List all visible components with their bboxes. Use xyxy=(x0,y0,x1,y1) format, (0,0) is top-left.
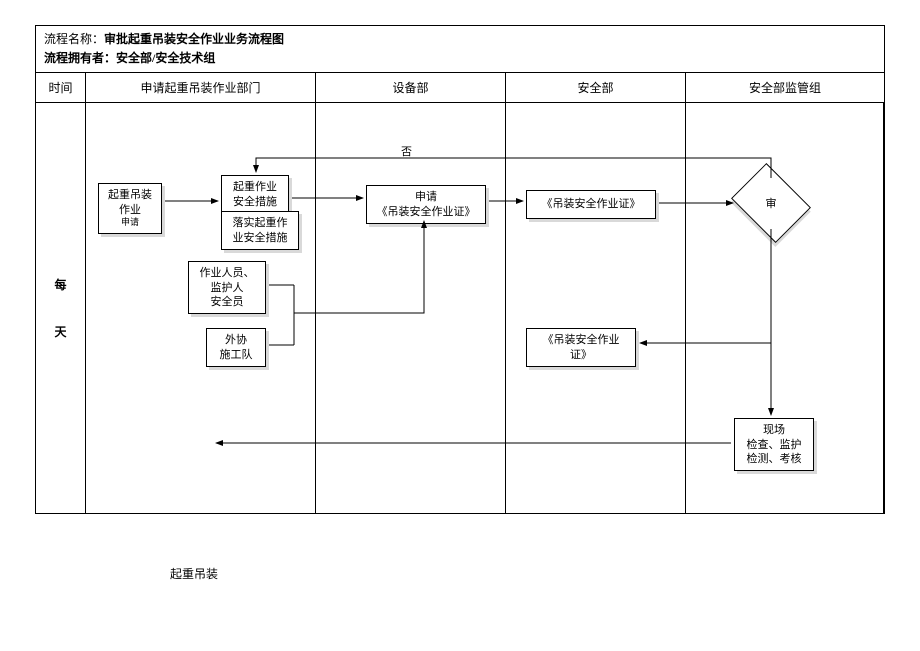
box-personnel: 作业人员、 监护人 安全员 xyxy=(188,261,266,314)
b3-l1: 落实起重作 xyxy=(228,216,292,230)
box-onsite-inspection: 现场 检查、监护 检测、考核 xyxy=(734,418,814,471)
b7-text: 《吊装安全作业证》 xyxy=(542,198,641,210)
col-header-safety: 安全部 xyxy=(506,73,686,102)
box-safety-measures: 起重作业 安全措施 xyxy=(221,175,289,214)
box-certificate-2: 《吊装安全作业 证》 xyxy=(526,328,636,367)
box-start-request: 起重吊装 作业 申请 xyxy=(98,183,162,233)
b8-l1: 《吊装安全作业 xyxy=(533,333,629,347)
decision-text: 审 xyxy=(766,195,777,211)
b5-l2: 施工队 xyxy=(213,348,259,362)
b1-l1: 起重吊装 xyxy=(105,188,155,202)
diagram-body: 每 天 起重吊装 作业 申请 起重作业 安全措施 落实起重作 业安全措施 xyxy=(36,103,884,513)
b4-l1: 作业人员、 xyxy=(195,266,259,280)
b2-l1: 起重作业 xyxy=(228,180,282,194)
time-line1: 每 xyxy=(54,276,66,293)
b9-l3: 检测、考核 xyxy=(741,452,807,466)
col-header-apply: 申请起重吊装作业部门 xyxy=(86,73,316,102)
process-name: 审批起重吊装安全作业业务流程图 xyxy=(104,32,284,46)
b4-l3: 安全员 xyxy=(195,295,259,309)
b9-l1: 现场 xyxy=(741,423,807,437)
header-block: 流程名称：审批起重吊装安全作业业务流程图 流程拥有者：安全部/安全技术组 xyxy=(36,26,884,73)
b9-l2: 检查、监护 xyxy=(741,438,807,452)
b4-l2: 监护人 xyxy=(195,281,259,295)
lane-equip xyxy=(316,103,506,513)
b2-l2: 安全措施 xyxy=(228,195,282,209)
owner: 安全部/安全技术组 xyxy=(116,51,215,65)
decision-review: 审 xyxy=(736,178,806,228)
col-header-supervise: 安全部监管组 xyxy=(686,73,884,102)
b6-l2: 《吊装安全作业证》 xyxy=(373,205,479,219)
box-apply-certificate: 申请 《吊装安全作业证》 xyxy=(366,185,486,224)
b5-l1: 外协 xyxy=(213,333,259,347)
footer-text: 起重吊装 xyxy=(170,565,218,582)
b8-l2: 证》 xyxy=(533,348,629,362)
box-certificate: 《吊装安全作业证》 xyxy=(526,190,656,218)
box-external-team: 外协 施工队 xyxy=(206,328,266,367)
b1-l2: 作业 xyxy=(105,203,155,217)
lane-safety xyxy=(506,103,686,513)
b6-l1: 申请 xyxy=(373,190,479,204)
diagram-container: 流程名称：审批起重吊装安全作业业务流程图 流程拥有者：安全部/安全技术组 时间 … xyxy=(35,25,885,514)
b1-l3: 申请 xyxy=(105,217,155,229)
col-header-equip: 设备部 xyxy=(316,73,506,102)
lane-time: 每 天 xyxy=(36,103,86,513)
col-header-time: 时间 xyxy=(36,73,86,102)
box-implement-measures: 落实起重作 业安全措施 xyxy=(221,211,299,250)
label-process-name: 流程名称： xyxy=(44,32,104,46)
label-no: 否 xyxy=(401,143,412,159)
swimlane-header: 时间 申请起重吊装作业部门 设备部 安全部 安全部监管组 xyxy=(36,73,884,103)
b3-l2: 业安全措施 xyxy=(228,231,292,245)
label-owner: 流程拥有者： xyxy=(44,51,116,65)
time-line2: 天 xyxy=(54,323,66,340)
